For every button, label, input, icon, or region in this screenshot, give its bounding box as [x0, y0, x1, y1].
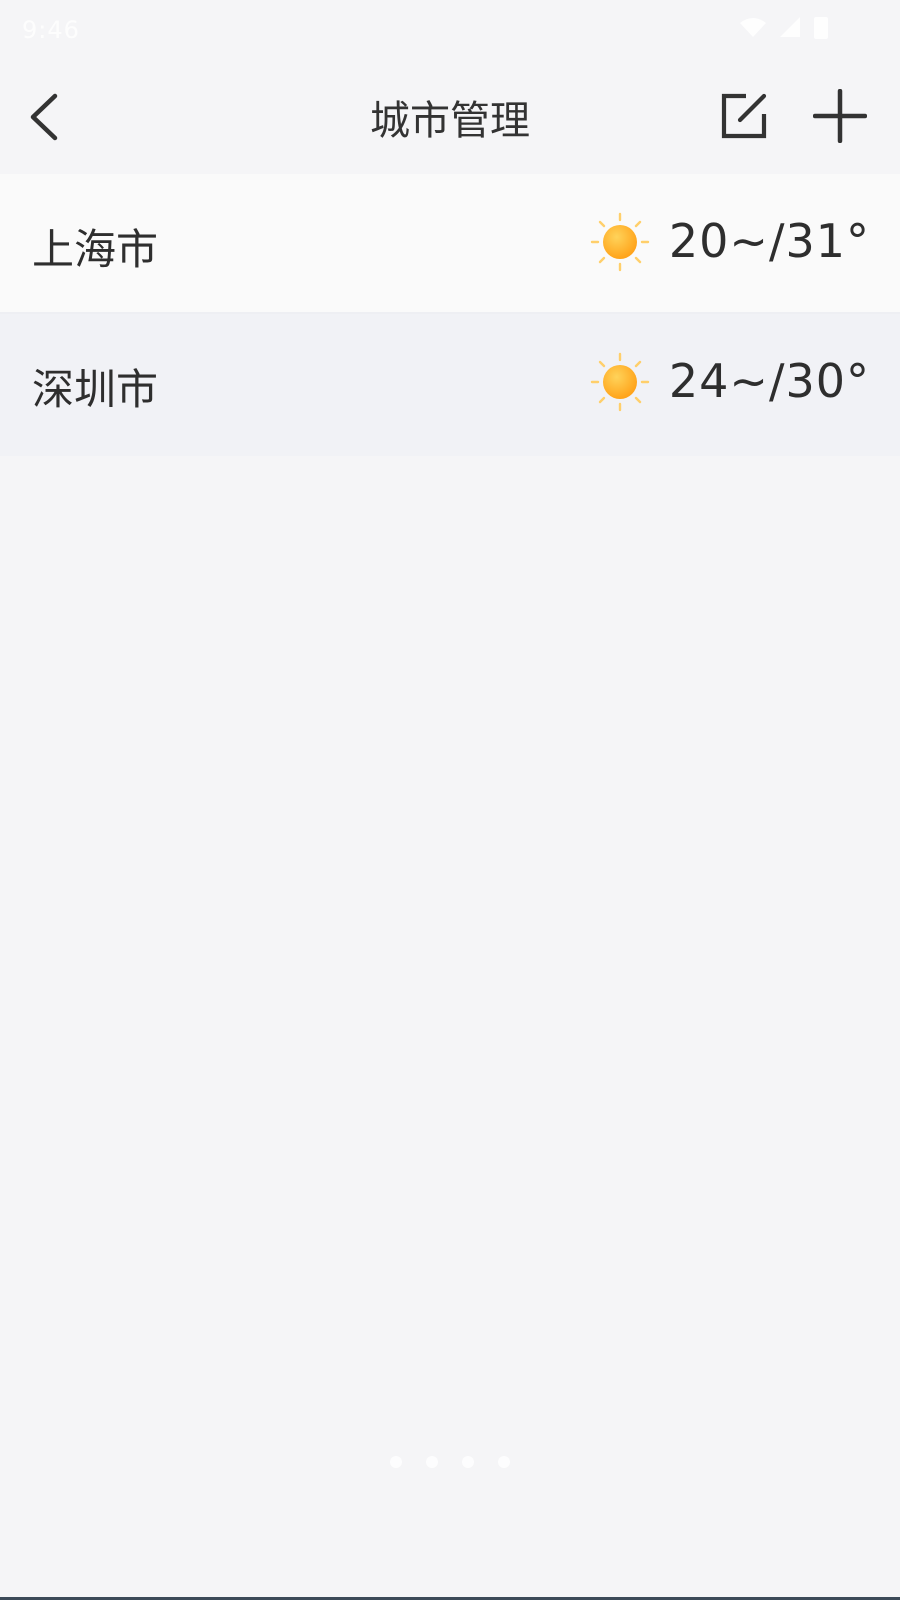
- plus-icon: [813, 89, 867, 143]
- chevron-left-icon: [30, 93, 58, 141]
- signal-icon: [780, 17, 800, 37]
- page-dot: [426, 1456, 438, 1468]
- status-bar: 9:46: [0, 0, 900, 60]
- edit-button[interactable]: [712, 84, 776, 148]
- status-icons: [738, 14, 830, 40]
- battery-icon: [814, 17, 828, 39]
- back-button[interactable]: [16, 85, 72, 149]
- city-management-screen: 9:46 城市管理 上海市 20~/31° 深圳市 24~/30°: [0, 0, 900, 1600]
- sun-icon: [590, 212, 650, 272]
- edit-icon: [721, 93, 767, 139]
- page-title: 城市管理: [370, 98, 530, 144]
- add-button[interactable]: [806, 82, 874, 150]
- city-name: 上海市: [32, 225, 159, 274]
- wifi-icon: [740, 18, 766, 37]
- city-name: 深圳市: [32, 365, 159, 414]
- temp-range: 24~/30°: [668, 354, 870, 408]
- city-list: 上海市 20~/31° 深圳市 24~/30°: [0, 174, 900, 456]
- page-dot: [462, 1456, 474, 1468]
- sun-icon: [590, 352, 650, 412]
- page-indicator: [0, 1456, 900, 1468]
- page-dot: [498, 1456, 510, 1468]
- city-row-shenzhen[interactable]: 深圳市 24~/30°: [0, 314, 900, 456]
- app-bar: 城市管理: [0, 60, 900, 176]
- status-time: 9:46: [22, 16, 80, 44]
- page-dot: [390, 1456, 402, 1468]
- city-row-shanghai[interactable]: 上海市 20~/31°: [0, 174, 900, 314]
- temp-range: 20~/31°: [668, 214, 870, 268]
